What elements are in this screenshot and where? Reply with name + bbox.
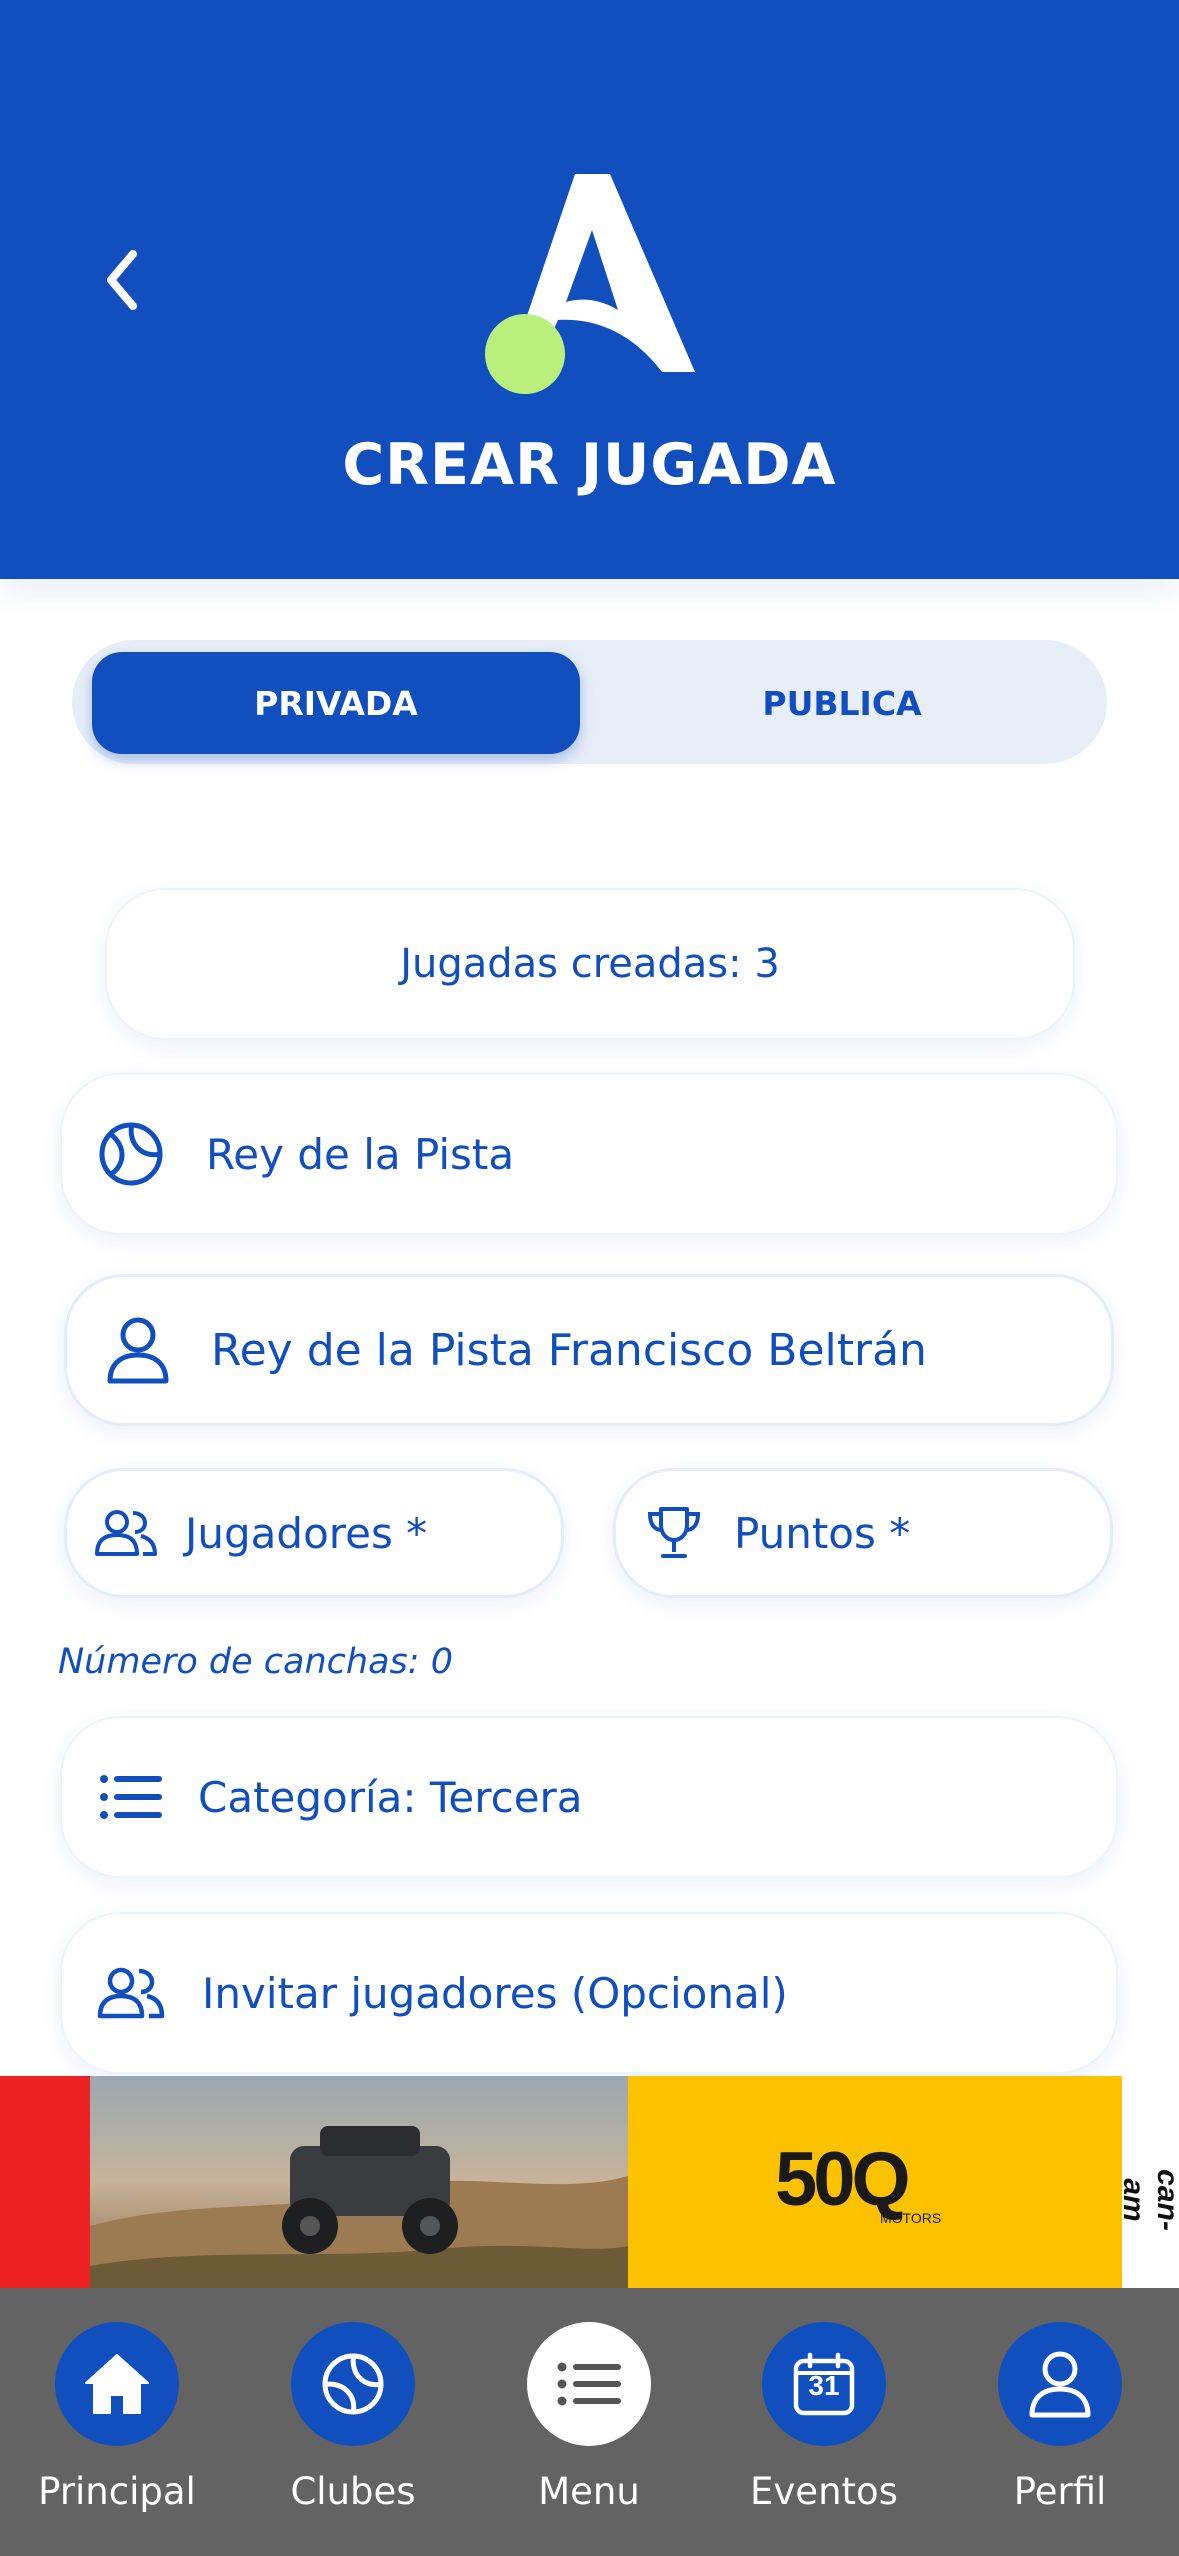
- category-value: Categoría: Tercera: [198, 1772, 583, 1822]
- profile-icon: [998, 2322, 1122, 2446]
- group-icon: [95, 1508, 157, 1558]
- players-placeholder: Jugadores *: [185, 1508, 428, 1558]
- nav-label: Principal: [38, 2470, 196, 2513]
- points-input[interactable]: Puntos *: [613, 1468, 1113, 1598]
- ad-image: [0, 2076, 1179, 2288]
- ad-brand-sub: MOTORS: [880, 2210, 942, 2226]
- nav-clubes[interactable]: Clubes: [253, 2322, 453, 2542]
- calendar-day: 31: [808, 2370, 840, 2401]
- tennis-ball-icon: [96, 1121, 166, 1187]
- nav-principal[interactable]: Principal: [17, 2322, 217, 2542]
- nav-label: Perfil: [1013, 2470, 1107, 2513]
- players-input[interactable]: Jugadores *: [64, 1468, 564, 1598]
- nav-label: Clubes: [290, 2470, 416, 2513]
- ad-banner[interactable]: 50Q MOTORS can-am: [0, 2076, 1179, 2288]
- nav-label: Eventos: [750, 2470, 898, 2513]
- user-icon: [103, 1315, 173, 1385]
- chevron-left-icon: [107, 250, 137, 310]
- home-icon: [55, 2322, 179, 2446]
- nav-label: Menu: [538, 2470, 640, 2513]
- game-type-value: Rey de la Pista: [206, 1129, 515, 1179]
- back-button[interactable]: [95, 240, 155, 320]
- header: CREAR JUGADA: [0, 0, 1179, 579]
- points-placeholder: Puntos *: [734, 1508, 911, 1558]
- list-icon: [98, 1775, 164, 1819]
- ad-side-text: can-am: [1117, 2169, 1179, 2231]
- tennis-ball-icon: [291, 2322, 415, 2446]
- jugadas-creadas-text: Jugadas creadas: 3: [400, 941, 780, 987]
- invite-label: Invitar jugadores (Opcional): [202, 1968, 788, 2018]
- nav-perfil[interactable]: Perfil: [960, 2322, 1160, 2542]
- app-logo: [485, 174, 695, 394]
- calendar-icon: 31: [762, 2322, 886, 2446]
- trophy-icon: [644, 1505, 704, 1561]
- nav-eventos[interactable]: 31 Eventos: [724, 2322, 924, 2542]
- nav-menu[interactable]: Menu: [489, 2322, 689, 2542]
- jugadas-creadas-card: Jugadas creadas: 3: [105, 888, 1075, 1040]
- menu-list-icon: [527, 2322, 651, 2446]
- visibility-toggle: PRIVADA PUBLICA: [72, 640, 1107, 764]
- tab-publica[interactable]: PUBLICA: [592, 652, 1092, 754]
- game-type-field[interactable]: Rey de la Pista: [60, 1073, 1118, 1235]
- category-selector[interactable]: Categoría: Tercera: [60, 1716, 1118, 1878]
- invite-players-button[interactable]: Invitar jugadores (Opcional): [60, 1912, 1118, 2074]
- group-icon: [96, 1967, 166, 2019]
- game-name-value: Rey de la Pista Francisco Beltrán: [211, 1324, 927, 1376]
- page-title: CREAR JUGADA: [342, 432, 837, 498]
- bottom-nav: Principal Clubes Menu 31 Eventos Perfil: [0, 2288, 1179, 2556]
- game-name-input[interactable]: Rey de la Pista Francisco Beltrán: [64, 1274, 1114, 1426]
- num-canchas-text: Número de canchas: 0: [58, 1642, 453, 1682]
- tab-privada[interactable]: PRIVADA: [92, 652, 580, 754]
